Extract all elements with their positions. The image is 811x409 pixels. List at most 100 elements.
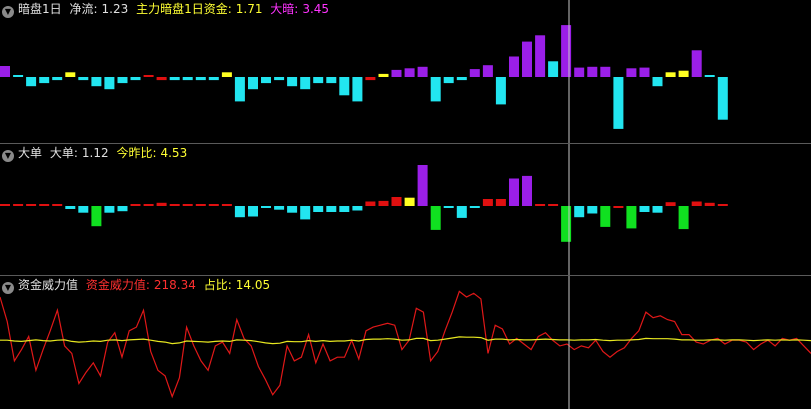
bar — [548, 204, 559, 206]
fund-power-line-chart — [0, 276, 811, 409]
bar — [195, 77, 206, 81]
indicator-value: 3.45 — [302, 2, 330, 16]
bar — [352, 206, 363, 211]
series-line — [0, 290, 811, 399]
bar — [430, 206, 441, 230]
bar — [326, 206, 337, 212]
bar — [300, 77, 311, 90]
indicator-value: 218.34 — [153, 278, 196, 292]
bar — [391, 69, 402, 77]
bar — [417, 66, 428, 77]
indicator-label: 主力暗盘1日资金: — [136, 2, 232, 16]
bar — [691, 201, 702, 206]
bar — [339, 77, 350, 96]
bar — [104, 77, 115, 90]
bar — [613, 206, 624, 208]
bar — [535, 35, 546, 77]
indicator-value: 14.05 — [235, 278, 271, 292]
indicator-label: 占比: — [203, 278, 232, 292]
bar — [91, 206, 102, 227]
bar — [39, 77, 50, 84]
bar — [535, 204, 546, 206]
panel-header-big-order: ▼ 大单 大单: 1.12 今昨比: 4.53 — [2, 146, 191, 162]
bar — [561, 206, 572, 242]
bar — [652, 77, 663, 87]
bar — [326, 77, 337, 84]
bar — [352, 77, 363, 102]
bar — [678, 70, 689, 77]
indicator-value: 1.23 — [101, 2, 129, 16]
bar — [248, 206, 258, 217]
bar — [574, 206, 585, 218]
bar — [169, 204, 180, 206]
panel-fund-power: ▼ 资金威力值 资金威力值: 218.34 占比: 14.05 — [0, 276, 811, 409]
collapse-icon[interactable]: ▼ — [2, 150, 14, 162]
bar — [26, 204, 37, 206]
bar — [626, 68, 637, 77]
bar — [156, 77, 167, 81]
bar — [717, 77, 728, 120]
bar — [287, 206, 298, 213]
bar — [52, 204, 63, 206]
bar — [26, 77, 37, 87]
bar — [208, 204, 219, 206]
bar — [78, 77, 89, 81]
bar — [378, 73, 389, 77]
bar — [234, 206, 245, 218]
bar — [443, 206, 454, 208]
bar — [469, 206, 480, 208]
bar — [378, 200, 389, 206]
bar — [600, 206, 611, 227]
bar — [652, 206, 663, 213]
bar — [261, 77, 271, 84]
bar — [248, 77, 258, 90]
bar — [274, 206, 285, 210]
bar — [261, 206, 271, 208]
bar — [691, 50, 702, 77]
bar — [600, 66, 611, 77]
bar — [130, 204, 141, 206]
bar — [300, 206, 311, 220]
panel-header-fund-power: ▼ 资金威力值 资金威力值: 218.34 占比: 14.05 — [2, 278, 274, 294]
bar — [143, 75, 154, 77]
indicator-label: 大单: — [49, 146, 78, 160]
bar — [482, 199, 493, 206]
bar — [639, 206, 650, 212]
bar — [274, 77, 285, 81]
bar — [469, 69, 480, 77]
panel-dark-pool: ▼ 暗盘1日 净流: 1.23 主力暗盘1日资金: 1.71 大暗: 3.45 — [0, 0, 811, 144]
panel-title: 大单 — [18, 146, 43, 160]
bar — [613, 77, 624, 129]
big-order-bar-chart — [0, 144, 728, 276]
indicator-label: 资金威力值: — [85, 278, 150, 292]
indicator-label: 净流: — [69, 2, 98, 16]
bar — [130, 77, 141, 81]
bar — [495, 77, 506, 105]
panel-title: 暗盘1日 — [18, 2, 62, 16]
collapse-icon[interactable]: ▼ — [2, 6, 14, 18]
bar — [548, 61, 559, 77]
bar — [182, 204, 193, 206]
bar — [626, 206, 637, 229]
bar — [456, 206, 467, 218]
bar — [208, 77, 219, 81]
bar — [509, 56, 519, 77]
bar — [143, 204, 154, 206]
bar — [65, 206, 76, 209]
collapse-icon[interactable]: ▼ — [2, 282, 14, 294]
bar — [665, 72, 676, 77]
bar — [39, 204, 50, 206]
bar — [522, 175, 532, 206]
bar — [0, 204, 10, 206]
bar — [91, 77, 102, 87]
bar — [287, 77, 298, 87]
bar — [182, 77, 193, 81]
bar — [443, 77, 454, 84]
bar — [313, 206, 324, 212]
bar — [574, 67, 585, 77]
panel-big-order: ▼ 大单 大单: 1.12 今昨比: 4.53 — [0, 144, 811, 276]
indicator-label: 大暗: — [270, 2, 299, 16]
indicator-value: 1.71 — [235, 2, 263, 16]
bar — [587, 66, 598, 77]
bar — [117, 206, 128, 212]
